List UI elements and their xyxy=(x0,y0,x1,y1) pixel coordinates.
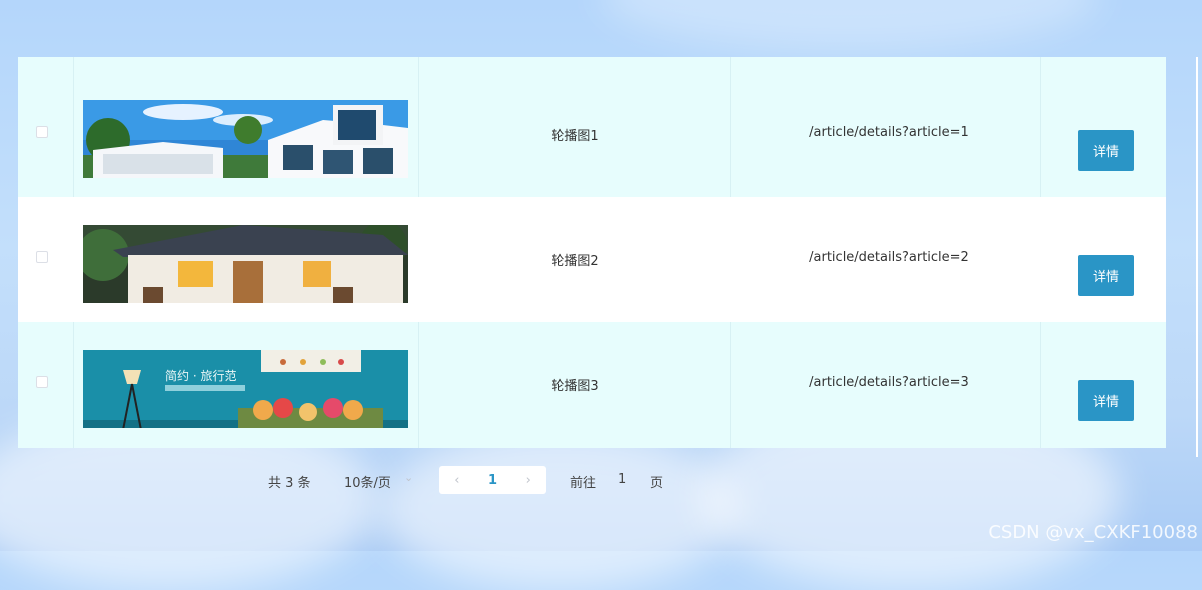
banner-url: /article/details?article=2 xyxy=(809,250,969,265)
chevron-down-icon[interactable]: ⌄ xyxy=(404,471,413,484)
next-page-icon[interactable]: › xyxy=(510,466,546,494)
pagination: 共 3 条 10条/页 ⌄ ‹ 1 › 前往 1 页 xyxy=(0,466,1202,494)
banner-name: 轮播图3 xyxy=(551,379,599,394)
page-number-current[interactable]: 1 xyxy=(475,466,511,494)
total-count: 共 3 条 xyxy=(268,476,311,491)
banner-image xyxy=(83,225,408,303)
banner-name: 轮播图1 xyxy=(551,129,599,144)
watermark: CSDN @vx_CXKF10088 xyxy=(988,522,1198,543)
details-button[interactable]: 详情 xyxy=(1078,380,1134,421)
row-checkbox[interactable] xyxy=(36,126,48,138)
banner-url: /article/details?article=3 xyxy=(809,375,969,390)
prev-page-icon[interactable]: ‹ xyxy=(439,466,475,494)
goto-page-input[interactable]: 1 xyxy=(618,472,626,487)
page-size-select[interactable]: 10条/页 xyxy=(344,472,391,491)
row-checkbox[interactable] xyxy=(36,376,48,388)
banner-image xyxy=(83,100,408,178)
banner-name: 轮播图2 xyxy=(551,254,599,269)
table-row: 简约 · 旅行范 轮播图3 /article/details?article=3… xyxy=(18,322,1166,447)
table-row: 轮播图1 /article/details?article=1 详情 xyxy=(18,72,1166,197)
carousel-table: 轮播图1 /article/details?article=1 详情 轮播图2 xyxy=(18,57,1166,448)
details-button[interactable]: 详情 xyxy=(1078,130,1134,171)
page-navigator: ‹ 1 › xyxy=(439,466,546,494)
table-row: 轮播图2 /article/details?article=2 详情 xyxy=(18,197,1166,322)
details-button[interactable]: 详情 xyxy=(1078,255,1134,296)
vertical-scrollbar[interactable] xyxy=(1196,57,1198,457)
banner-title: 简约 · 旅行范 xyxy=(165,368,236,383)
goto-suffix: 页 xyxy=(650,476,664,491)
banner-url: /article/details?article=1 xyxy=(809,125,969,140)
goto-label: 前往 xyxy=(570,476,597,491)
banner-image: 简约 · 旅行范 xyxy=(83,350,408,428)
row-checkbox[interactable] xyxy=(36,251,48,263)
